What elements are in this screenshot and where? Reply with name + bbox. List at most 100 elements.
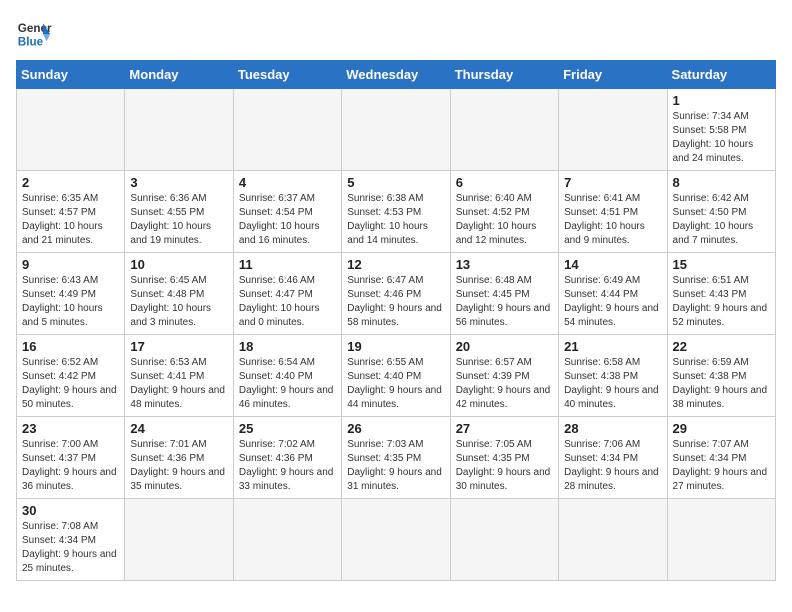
- sun-info: Sunrise: 6:58 AM Sunset: 4:38 PM Dayligh…: [564, 356, 661, 412]
- sun-info: Sunrise: 6:52 AM Sunset: 4:42 PM Dayligh…: [22, 356, 119, 412]
- weekday-header-tuesday: Tuesday: [233, 61, 341, 89]
- sun-info: Sunrise: 7:00 AM Sunset: 4:37 PM Dayligh…: [22, 438, 119, 494]
- calendar-cell: 5Sunrise: 6:38 AM Sunset: 4:53 PM Daylig…: [342, 171, 450, 253]
- calendar-cell: [342, 499, 450, 581]
- sun-info: Sunrise: 6:47 AM Sunset: 4:46 PM Dayligh…: [347, 274, 444, 330]
- day-number: 11: [239, 257, 336, 272]
- day-number: 10: [130, 257, 227, 272]
- calendar-cell: 28 Sunrise: 7:06 AM Sunset: 4:34 PM Dayli…: [559, 417, 667, 499]
- week-row-2: 2 Sunrise: 6:35 AM Sunset: 4:57 PM Daylig…: [17, 171, 776, 253]
- calendar-cell: 7 Sunrise: 6:41 AM Sunset: 4:51 PM Daylig…: [559, 171, 667, 253]
- day-number: 7: [564, 175, 661, 190]
- calendar-cell: [233, 499, 341, 581]
- sun-info: Sunrise: 6:49 AM Sunset: 4:44 PM Dayligh…: [564, 274, 661, 330]
- calendar-cell: 12Sunrise: 6:47 AM Sunset: 4:46 PM Dayli…: [342, 253, 450, 335]
- sun-info: Sunrise: 6:42 AM Sunset: 4:50 PM Dayligh…: [673, 192, 770, 248]
- sun-info: Sunrise: 6:38 AM Sunset: 4:53 PM Dayligh…: [347, 192, 444, 248]
- calendar-cell: 24 Sunrise: 7:01 AM Sunset: 4:36 PM Dayli…: [125, 417, 233, 499]
- sun-info: Sunrise: 6:37 AM Sunset: 4:54 PM Dayligh…: [239, 192, 336, 248]
- calendar-cell: 11Sunrise: 6:46 AM Sunset: 4:47 PM Dayli…: [233, 253, 341, 335]
- day-number: 27: [456, 421, 553, 436]
- weekday-header-row: SundayMondayTuesdayWednesdayThursdayFrid…: [17, 61, 776, 89]
- weekday-header-wednesday: Wednesday: [342, 61, 450, 89]
- sun-info: Sunrise: 7:02 AM Sunset: 4:36 PM Dayligh…: [239, 438, 336, 494]
- weekday-header-sunday: Sunday: [17, 61, 125, 89]
- sun-info: Sunrise: 7:01 AM Sunset: 4:36 PM Dayligh…: [130, 438, 227, 494]
- calendar-cell: 26Sunrise: 7:03 AM Sunset: 4:35 PM Dayli…: [342, 417, 450, 499]
- sun-info: Sunrise: 6:36 AM Sunset: 4:55 PM Dayligh…: [130, 192, 227, 248]
- sun-info: Sunrise: 6:40 AM Sunset: 4:52 PM Dayligh…: [456, 192, 553, 248]
- calendar-cell: 10 Sunrise: 6:45 AM Sunset: 4:48 PM Dayli…: [125, 253, 233, 335]
- calendar-cell: 20 Sunrise: 6:57 AM Sunset: 4:39 PM Dayli…: [450, 335, 558, 417]
- day-number: 14: [564, 257, 661, 272]
- svg-text:Blue: Blue: [18, 36, 44, 49]
- calendar-cell: 2 Sunrise: 6:35 AM Sunset: 4:57 PM Daylig…: [17, 171, 125, 253]
- calendar-cell: 17 Sunrise: 6:53 AM Sunset: 4:41 PM Dayli…: [125, 335, 233, 417]
- day-number: 17: [130, 339, 227, 354]
- week-row-3: 9Sunrise: 6:43 AM Sunset: 4:49 PM Daylig…: [17, 253, 776, 335]
- day-number: 1: [673, 93, 770, 108]
- day-number: 21: [564, 339, 661, 354]
- day-number: 2: [22, 175, 119, 190]
- calendar-cell: 1 Sunrise: 7:34 AM Sunset: 5:58 PM Daylig…: [667, 89, 775, 171]
- sun-info: Sunrise: 6:53 AM Sunset: 4:41 PM Dayligh…: [130, 356, 227, 412]
- calendar-cell: [667, 499, 775, 581]
- calendar-cell: 9Sunrise: 6:43 AM Sunset: 4:49 PM Daylig…: [17, 253, 125, 335]
- logo-icon: General Blue: [16, 16, 52, 52]
- week-row-5: 23 Sunrise: 7:00 AM Sunset: 4:37 PM Dayli…: [17, 417, 776, 499]
- day-number: 20: [456, 339, 553, 354]
- sun-info: Sunrise: 6:59 AM Sunset: 4:38 PM Dayligh…: [673, 356, 770, 412]
- calendar-cell: 16 Sunrise: 6:52 AM Sunset: 4:42 PM Dayli…: [17, 335, 125, 417]
- calendar-cell: 4Sunrise: 6:37 AM Sunset: 4:54 PM Daylig…: [233, 171, 341, 253]
- week-row-1: 1 Sunrise: 7:34 AM Sunset: 5:58 PM Daylig…: [17, 89, 776, 171]
- weekday-header-friday: Friday: [559, 61, 667, 89]
- sun-info: Sunrise: 7:06 AM Sunset: 4:34 PM Dayligh…: [564, 438, 661, 494]
- calendar-cell: 15Sunrise: 6:51 AM Sunset: 4:43 PM Dayli…: [667, 253, 775, 335]
- calendar-cell: [450, 499, 558, 581]
- weekday-header-monday: Monday: [125, 61, 233, 89]
- calendar-cell: 21 Sunrise: 6:58 AM Sunset: 4:38 PM Dayli…: [559, 335, 667, 417]
- calendar-cell: 22 Sunrise: 6:59 AM Sunset: 4:38 PM Dayli…: [667, 335, 775, 417]
- calendar-cell: 19Sunrise: 6:55 AM Sunset: 4:40 PM Dayli…: [342, 335, 450, 417]
- calendar-cell: 13Sunrise: 6:48 AM Sunset: 4:45 PM Dayli…: [450, 253, 558, 335]
- day-number: 24: [130, 421, 227, 436]
- sun-info: Sunrise: 7:07 AM Sunset: 4:34 PM Dayligh…: [673, 438, 770, 494]
- sun-info: Sunrise: 6:45 AM Sunset: 4:48 PM Dayligh…: [130, 274, 227, 330]
- day-number: 16: [22, 339, 119, 354]
- calendar-cell: 30 Sunrise: 7:08 AM Sunset: 4:34 PM Dayli…: [17, 499, 125, 581]
- day-number: 22: [673, 339, 770, 354]
- sun-info: Sunrise: 6:55 AM Sunset: 4:40 PM Dayligh…: [347, 356, 444, 412]
- calendar-cell: 6 Sunrise: 6:40 AM Sunset: 4:52 PM Daylig…: [450, 171, 558, 253]
- calendar-cell: 29 Sunrise: 7:07 AM Sunset: 4:34 PM Dayli…: [667, 417, 775, 499]
- calendar-cell: 23 Sunrise: 7:00 AM Sunset: 4:37 PM Dayli…: [17, 417, 125, 499]
- day-number: 6: [456, 175, 553, 190]
- calendar-cell: [342, 89, 450, 171]
- day-number: 23: [22, 421, 119, 436]
- weekday-header-thursday: Thursday: [450, 61, 558, 89]
- day-number: 13: [456, 257, 553, 272]
- day-number: 30: [22, 503, 119, 518]
- sun-info: Sunrise: 7:08 AM Sunset: 4:34 PM Dayligh…: [22, 520, 119, 576]
- week-row-4: 16 Sunrise: 6:52 AM Sunset: 4:42 PM Dayli…: [17, 335, 776, 417]
- sun-info: Sunrise: 7:34 AM Sunset: 5:58 PM Dayligh…: [673, 110, 770, 166]
- day-number: 28: [564, 421, 661, 436]
- week-row-6: 30 Sunrise: 7:08 AM Sunset: 4:34 PM Dayli…: [17, 499, 776, 581]
- calendar-cell: [125, 499, 233, 581]
- day-number: 8: [673, 175, 770, 190]
- calendar-cell: [559, 89, 667, 171]
- sun-info: Sunrise: 7:05 AM Sunset: 4:35 PM Dayligh…: [456, 438, 553, 494]
- sun-info: Sunrise: 7:03 AM Sunset: 4:35 PM Dayligh…: [347, 438, 444, 494]
- calendar-cell: [559, 499, 667, 581]
- sun-info: Sunrise: 6:41 AM Sunset: 4:51 PM Dayligh…: [564, 192, 661, 248]
- calendar-cell: [233, 89, 341, 171]
- day-number: 3: [130, 175, 227, 190]
- day-number: 29: [673, 421, 770, 436]
- weekday-header-saturday: Saturday: [667, 61, 775, 89]
- sun-info: Sunrise: 6:35 AM Sunset: 4:57 PM Dayligh…: [22, 192, 119, 248]
- calendar-cell: 8 Sunrise: 6:42 AM Sunset: 4:50 PM Daylig…: [667, 171, 775, 253]
- sun-info: Sunrise: 6:54 AM Sunset: 4:40 PM Dayligh…: [239, 356, 336, 412]
- sun-info: Sunrise: 6:57 AM Sunset: 4:39 PM Dayligh…: [456, 356, 553, 412]
- calendar-cell: 27 Sunrise: 7:05 AM Sunset: 4:35 PM Dayli…: [450, 417, 558, 499]
- page-header: General Blue: [16, 16, 776, 52]
- calendar-cell: [450, 89, 558, 171]
